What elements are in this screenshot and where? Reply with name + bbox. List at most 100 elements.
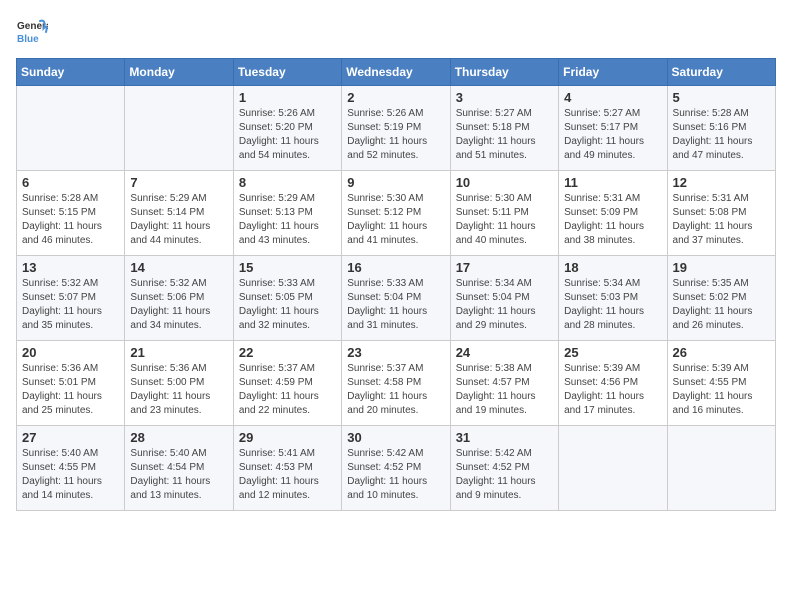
weekday-header-row: SundayMondayTuesdayWednesdayThursdayFrid… xyxy=(17,59,776,86)
day-detail: Sunrise: 5:40 AMSunset: 4:54 PMDaylight:… xyxy=(130,448,210,501)
day-detail: Sunrise: 5:28 AMSunset: 5:15 PMDaylight:… xyxy=(22,193,102,246)
day-number: 30 xyxy=(347,430,444,445)
day-detail: Sunrise: 5:29 AMSunset: 5:13 PMDaylight:… xyxy=(239,193,319,246)
day-detail: Sunrise: 5:32 AMSunset: 5:07 PMDaylight:… xyxy=(22,278,102,331)
day-number: 24 xyxy=(456,345,553,360)
day-detail: Sunrise: 5:30 AMSunset: 5:11 PMDaylight:… xyxy=(456,193,536,246)
day-detail: Sunrise: 5:34 AMSunset: 5:04 PMDaylight:… xyxy=(456,278,536,331)
day-detail: Sunrise: 5:35 AMSunset: 5:02 PMDaylight:… xyxy=(673,278,753,331)
day-detail: Sunrise: 5:33 AMSunset: 5:04 PMDaylight:… xyxy=(347,278,427,331)
calendar-cell: 20 Sunrise: 5:36 AMSunset: 5:01 PMDaylig… xyxy=(17,341,125,426)
day-detail: Sunrise: 5:31 AMSunset: 5:08 PMDaylight:… xyxy=(673,193,753,246)
calendar-cell: 23 Sunrise: 5:37 AMSunset: 4:58 PMDaylig… xyxy=(342,341,450,426)
day-number: 10 xyxy=(456,175,553,190)
day-number: 29 xyxy=(239,430,336,445)
page-header: General Blue xyxy=(16,16,776,48)
day-detail: Sunrise: 5:27 AMSunset: 5:18 PMDaylight:… xyxy=(456,108,536,161)
calendar-cell xyxy=(125,86,233,171)
day-number: 22 xyxy=(239,345,336,360)
day-number: 8 xyxy=(239,175,336,190)
calendar-cell: 19 Sunrise: 5:35 AMSunset: 5:02 PMDaylig… xyxy=(667,256,775,341)
day-number: 14 xyxy=(130,260,227,275)
calendar-cell: 28 Sunrise: 5:40 AMSunset: 4:54 PMDaylig… xyxy=(125,426,233,511)
calendar-week-row: 13 Sunrise: 5:32 AMSunset: 5:07 PMDaylig… xyxy=(17,256,776,341)
day-number: 23 xyxy=(347,345,444,360)
day-detail: Sunrise: 5:27 AMSunset: 5:17 PMDaylight:… xyxy=(564,108,644,161)
day-detail: Sunrise: 5:28 AMSunset: 5:16 PMDaylight:… xyxy=(673,108,753,161)
day-number: 12 xyxy=(673,175,770,190)
day-detail: Sunrise: 5:36 AMSunset: 5:01 PMDaylight:… xyxy=(22,363,102,416)
calendar-cell: 8 Sunrise: 5:29 AMSunset: 5:13 PMDayligh… xyxy=(233,171,341,256)
calendar-week-row: 1 Sunrise: 5:26 AMSunset: 5:20 PMDayligh… xyxy=(17,86,776,171)
day-number: 16 xyxy=(347,260,444,275)
calendar-cell: 2 Sunrise: 5:26 AMSunset: 5:19 PMDayligh… xyxy=(342,86,450,171)
calendar-cell: 17 Sunrise: 5:34 AMSunset: 5:04 PMDaylig… xyxy=(450,256,558,341)
weekday-header: Tuesday xyxy=(233,59,341,86)
calendar-cell: 27 Sunrise: 5:40 AMSunset: 4:55 PMDaylig… xyxy=(17,426,125,511)
day-number: 28 xyxy=(130,430,227,445)
calendar-cell: 18 Sunrise: 5:34 AMSunset: 5:03 PMDaylig… xyxy=(559,256,667,341)
calendar-cell: 13 Sunrise: 5:32 AMSunset: 5:07 PMDaylig… xyxy=(17,256,125,341)
day-detail: Sunrise: 5:39 AMSunset: 4:55 PMDaylight:… xyxy=(673,363,753,416)
calendar-week-row: 27 Sunrise: 5:40 AMSunset: 4:55 PMDaylig… xyxy=(17,426,776,511)
calendar-cell xyxy=(559,426,667,511)
day-number: 31 xyxy=(456,430,553,445)
day-detail: Sunrise: 5:40 AMSunset: 4:55 PMDaylight:… xyxy=(22,448,102,501)
calendar-cell: 25 Sunrise: 5:39 AMSunset: 4:56 PMDaylig… xyxy=(559,341,667,426)
calendar-cell xyxy=(17,86,125,171)
logo: General Blue xyxy=(16,16,48,48)
day-number: 19 xyxy=(673,260,770,275)
day-number: 15 xyxy=(239,260,336,275)
calendar-cell: 30 Sunrise: 5:42 AMSunset: 4:52 PMDaylig… xyxy=(342,426,450,511)
calendar-cell: 31 Sunrise: 5:42 AMSunset: 4:52 PMDaylig… xyxy=(450,426,558,511)
day-detail: Sunrise: 5:42 AMSunset: 4:52 PMDaylight:… xyxy=(347,448,427,501)
day-detail: Sunrise: 5:34 AMSunset: 5:03 PMDaylight:… xyxy=(564,278,644,331)
calendar-cell: 3 Sunrise: 5:27 AMSunset: 5:18 PMDayligh… xyxy=(450,86,558,171)
day-detail: Sunrise: 5:37 AMSunset: 4:59 PMDaylight:… xyxy=(239,363,319,416)
day-detail: Sunrise: 5:29 AMSunset: 5:14 PMDaylight:… xyxy=(130,193,210,246)
day-detail: Sunrise: 5:26 AMSunset: 5:20 PMDaylight:… xyxy=(239,108,319,161)
day-detail: Sunrise: 5:31 AMSunset: 5:09 PMDaylight:… xyxy=(564,193,644,246)
day-detail: Sunrise: 5:33 AMSunset: 5:05 PMDaylight:… xyxy=(239,278,319,331)
day-number: 17 xyxy=(456,260,553,275)
calendar-cell: 6 Sunrise: 5:28 AMSunset: 5:15 PMDayligh… xyxy=(17,171,125,256)
day-number: 9 xyxy=(347,175,444,190)
calendar-cell: 10 Sunrise: 5:30 AMSunset: 5:11 PMDaylig… xyxy=(450,171,558,256)
day-number: 27 xyxy=(22,430,119,445)
day-number: 5 xyxy=(673,90,770,105)
day-detail: Sunrise: 5:38 AMSunset: 4:57 PMDaylight:… xyxy=(456,363,536,416)
day-number: 6 xyxy=(22,175,119,190)
weekday-header: Wednesday xyxy=(342,59,450,86)
day-detail: Sunrise: 5:41 AMSunset: 4:53 PMDaylight:… xyxy=(239,448,319,501)
weekday-header: Sunday xyxy=(17,59,125,86)
calendar-week-row: 6 Sunrise: 5:28 AMSunset: 5:15 PMDayligh… xyxy=(17,171,776,256)
weekday-header: Saturday xyxy=(667,59,775,86)
day-number: 13 xyxy=(22,260,119,275)
day-detail: Sunrise: 5:39 AMSunset: 4:56 PMDaylight:… xyxy=(564,363,644,416)
calendar-cell: 26 Sunrise: 5:39 AMSunset: 4:55 PMDaylig… xyxy=(667,341,775,426)
svg-text:Blue: Blue xyxy=(17,34,39,45)
calendar-cell: 5 Sunrise: 5:28 AMSunset: 5:16 PMDayligh… xyxy=(667,86,775,171)
calendar-cell: 14 Sunrise: 5:32 AMSunset: 5:06 PMDaylig… xyxy=(125,256,233,341)
day-detail: Sunrise: 5:32 AMSunset: 5:06 PMDaylight:… xyxy=(130,278,210,331)
day-number: 1 xyxy=(239,90,336,105)
day-detail: Sunrise: 5:42 AMSunset: 4:52 PMDaylight:… xyxy=(456,448,536,501)
day-number: 3 xyxy=(456,90,553,105)
logo-svg: General Blue xyxy=(16,16,48,48)
day-number: 20 xyxy=(22,345,119,360)
day-number: 7 xyxy=(130,175,227,190)
weekday-header: Monday xyxy=(125,59,233,86)
calendar-cell: 1 Sunrise: 5:26 AMSunset: 5:20 PMDayligh… xyxy=(233,86,341,171)
calendar-cell: 22 Sunrise: 5:37 AMSunset: 4:59 PMDaylig… xyxy=(233,341,341,426)
calendar-cell: 16 Sunrise: 5:33 AMSunset: 5:04 PMDaylig… xyxy=(342,256,450,341)
calendar-cell: 9 Sunrise: 5:30 AMSunset: 5:12 PMDayligh… xyxy=(342,171,450,256)
day-detail: Sunrise: 5:36 AMSunset: 5:00 PMDaylight:… xyxy=(130,363,210,416)
calendar-cell: 7 Sunrise: 5:29 AMSunset: 5:14 PMDayligh… xyxy=(125,171,233,256)
calendar-cell: 15 Sunrise: 5:33 AMSunset: 5:05 PMDaylig… xyxy=(233,256,341,341)
calendar-cell: 24 Sunrise: 5:38 AMSunset: 4:57 PMDaylig… xyxy=(450,341,558,426)
day-number: 2 xyxy=(347,90,444,105)
calendar-cell: 4 Sunrise: 5:27 AMSunset: 5:17 PMDayligh… xyxy=(559,86,667,171)
day-number: 4 xyxy=(564,90,661,105)
calendar-cell xyxy=(667,426,775,511)
calendar-week-row: 20 Sunrise: 5:36 AMSunset: 5:01 PMDaylig… xyxy=(17,341,776,426)
